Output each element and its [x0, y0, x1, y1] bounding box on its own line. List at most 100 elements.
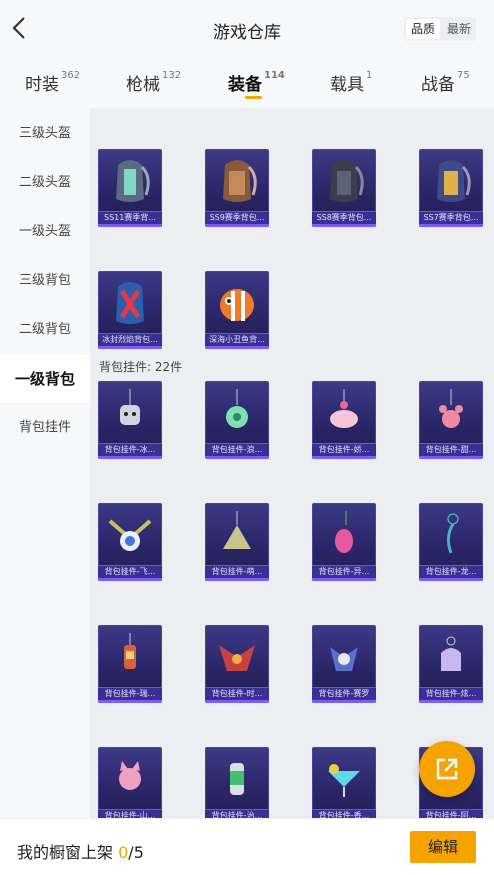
- pendant-icon: [226, 389, 248, 428]
- item-label: 深海小丑鱼背...: [209, 335, 265, 344]
- sidebar-item-pendants[interactable]: 背包挂件: [0, 404, 90, 452]
- item-label: 背包挂件-浪...: [211, 445, 263, 454]
- pendant-icon: [439, 389, 463, 428]
- item-label: 背包挂件-香...: [318, 811, 370, 818]
- backpack-icon: [116, 160, 150, 202]
- tab-count: 75: [457, 70, 470, 81]
- pendant-icon: [330, 389, 358, 428]
- sidebar-item-backpack-1[interactable]: 一级背包: [0, 355, 90, 403]
- edit-button[interactable]: 编辑: [410, 831, 476, 863]
- sort-newest-button[interactable]: 最新: [442, 17, 476, 41]
- item-card[interactable]: 背包挂件-异...: [312, 503, 376, 581]
- item-card[interactable]: 背包挂件-浪...: [205, 381, 269, 459]
- footer-bar: 我的橱窗上架 0/5 编辑: [0, 818, 494, 875]
- item-card[interactable]: 背包挂件-治...: [205, 747, 269, 818]
- tab-equipment[interactable]: 装备 114: [228, 70, 285, 95]
- tab-label: 时装: [25, 75, 59, 95]
- item-card[interactable]: 背包挂件-炫...: [419, 625, 483, 703]
- sidebar-item-backpack-2[interactable]: 二级背包: [0, 306, 90, 354]
- pendant-icon: [441, 636, 461, 671]
- item-label: SS9赛季背包...: [209, 213, 265, 222]
- sidebar-item-helmet-2[interactable]: 二级头盔: [0, 159, 90, 207]
- item-card[interactable]: 背包挂件-赛罗: [312, 625, 376, 703]
- category-tabs: 时装 362 枪械 132 装备 114 载具 1 战备 75: [0, 58, 494, 108]
- tab-vehicles[interactable]: 载具 1: [330, 70, 372, 95]
- item-card[interactable]: 背包挂件-冰...: [98, 381, 162, 459]
- share-button[interactable]: [419, 741, 475, 797]
- sidebar-item-helmet-1[interactable]: 一级头盔: [0, 208, 90, 256]
- backpack-icon: [330, 160, 364, 202]
- backpack-icon: [116, 282, 144, 324]
- sidebar-item-helmet-3[interactable]: 三级头盔: [0, 110, 90, 158]
- item-card[interactable]: 背包挂件-萌...: [205, 503, 269, 581]
- item-label: 背包挂件-时...: [211, 689, 263, 698]
- pendant-icon: [335, 511, 353, 553]
- tab-count: 362: [61, 70, 81, 81]
- item-card[interactable]: SS9赛季背包...: [205, 149, 269, 227]
- item-grid: SS11赛季背... SS9赛季背包... SS8赛季背包... SS7赛季背包…: [90, 108, 494, 818]
- item-label: 背包挂件-飞...: [104, 567, 156, 576]
- item-label: 背包挂件-山...: [104, 811, 156, 818]
- clownfish-backpack-icon: [220, 289, 254, 321]
- item-card[interactable]: 冰封烈焰背包...: [98, 271, 162, 349]
- item-label: SS11赛季背...: [104, 213, 156, 222]
- pendant-icon: [230, 763, 244, 795]
- item-label: 背包挂件-赛罗: [318, 689, 370, 698]
- tab-outfits[interactable]: 时装 362: [25, 70, 80, 95]
- pendant-icon: [328, 764, 360, 797]
- tab-count: 114: [264, 70, 285, 81]
- item-card[interactable]: 背包挂件-龙...: [419, 503, 483, 581]
- showcase-status: 我的橱窗上架 0/5: [17, 839, 144, 863]
- item-card[interactable]: 背包挂件-飞...: [98, 503, 162, 581]
- item-label: 背包挂件-娇...: [318, 445, 370, 454]
- sort-quality-button[interactable]: 品质: [406, 19, 440, 39]
- item-card[interactable]: 深海小丑鱼背...: [205, 271, 269, 349]
- tab-count: 132: [162, 70, 182, 81]
- sidebar: 三级头盔 二级头盔 一级头盔 三级背包 二级背包 一级背包 背包挂件: [0, 108, 90, 818]
- item-label: 背包挂件-甜...: [425, 445, 477, 454]
- item-card[interactable]: SS7赛季背包...: [419, 149, 483, 227]
- pendant-icon: [120, 389, 140, 425]
- item-card[interactable]: 背包挂件-娇...: [312, 381, 376, 459]
- pendant-icon: [223, 511, 251, 549]
- item-label: 背包挂件-治...: [211, 811, 263, 818]
- tab-label: 战备: [421, 75, 455, 95]
- item-card[interactable]: 背包挂件-山...: [98, 747, 162, 818]
- item-label: 背包挂件-冰...: [104, 445, 156, 454]
- item-card[interactable]: SS11赛季背...: [98, 149, 162, 227]
- item-label: 背包挂件-龙...: [425, 567, 477, 576]
- tab-count: 1: [366, 70, 373, 81]
- item-label: SS8赛季背包...: [316, 213, 372, 222]
- backpack-icon: [437, 160, 471, 202]
- item-card[interactable]: 背包挂件-时...: [205, 625, 269, 703]
- pendant-icon: [446, 513, 459, 554]
- pendant-icon: [330, 647, 358, 671]
- pendant-icon: [119, 761, 141, 790]
- item-label: 背包挂件-瑞...: [104, 689, 156, 698]
- item-card[interactable]: 背包挂件-香...: [312, 747, 376, 818]
- tab-label: 装备: [228, 75, 262, 95]
- showcase-current-count: 0: [118, 843, 129, 862]
- pendant-icon: [219, 645, 255, 671]
- item-label: 冰封烈焰背包...: [102, 335, 158, 344]
- item-card[interactable]: 背包挂件-瑞...: [98, 625, 162, 703]
- item-card[interactable]: SS8赛季背包...: [312, 149, 376, 227]
- sidebar-item-backpack-3[interactable]: 三级背包: [0, 257, 90, 305]
- pendant-icon: [124, 633, 136, 669]
- showcase-label: 我的橱窗上架: [17, 843, 114, 862]
- item-label: 背包挂件-阿...: [425, 811, 477, 818]
- backpack-icon: [223, 160, 257, 202]
- share-icon: [436, 758, 458, 780]
- pendant-group-label: 背包挂件: 22件: [99, 360, 183, 374]
- header: 游戏仓库 品质 最新: [0, 0, 494, 58]
- item-label: 背包挂件-萌...: [211, 567, 263, 576]
- pendant-icon: [108, 519, 152, 551]
- item-card[interactable]: 背包挂件-甜...: [419, 381, 483, 459]
- showcase-total: /5: [128, 843, 144, 862]
- item-label: SS7赛季背包...: [423, 213, 479, 222]
- tab-label: 枪械: [126, 75, 160, 95]
- tab-guns[interactable]: 枪械 132: [126, 70, 181, 95]
- item-label: 背包挂件-炫...: [425, 689, 477, 698]
- tab-supplies[interactable]: 战备 75: [421, 70, 470, 95]
- sort-toggle: 品质 最新: [404, 17, 476, 41]
